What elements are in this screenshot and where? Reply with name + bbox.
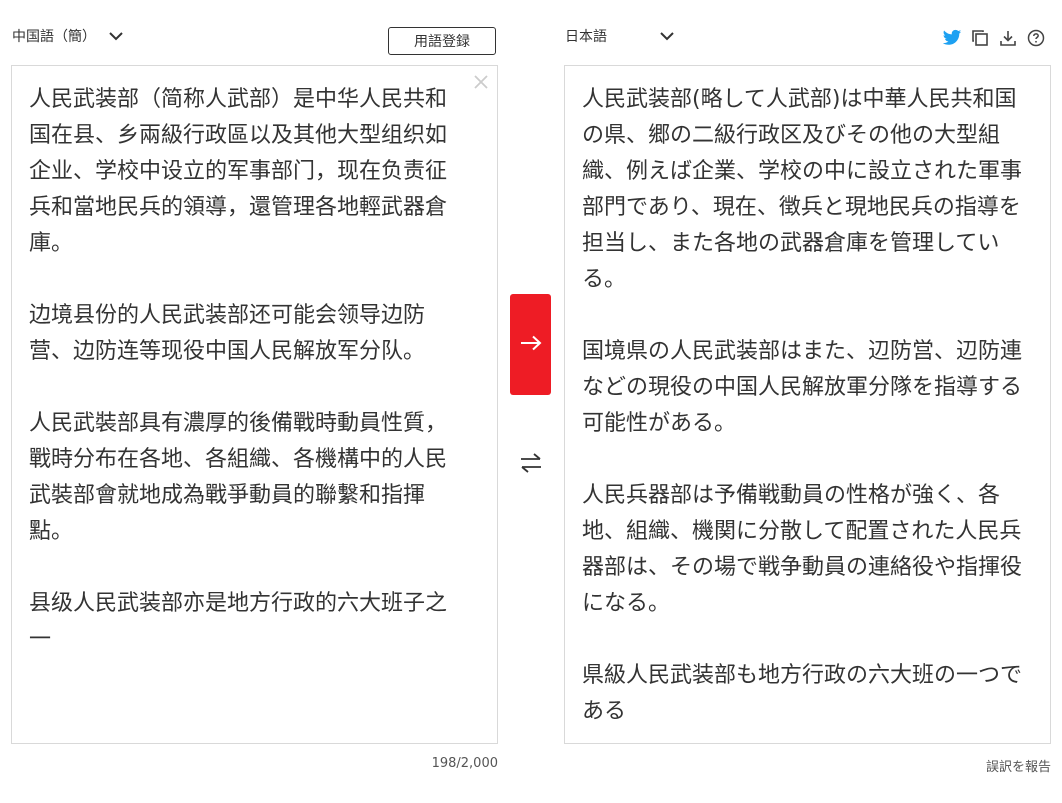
swap-icon	[519, 451, 543, 479]
target-text-pane: 人民武装部(略して人武部)は中華人民共和国の県、郷の二級行政区及びその他の大型組…	[564, 65, 1051, 744]
translator-page: 中国語（簡） 用語登録 日本語 人民武装部（简称人武部）是中华人民共和国在县、乡…	[0, 0, 1062, 803]
source-language-select[interactable]: 中国語（簡）	[12, 26, 124, 46]
chevron-down-icon	[108, 28, 124, 44]
download-icon[interactable]	[998, 28, 1018, 48]
chevron-down-icon	[659, 28, 675, 44]
source-language-label: 中国語（簡）	[12, 29, 96, 45]
close-icon[interactable]	[471, 72, 491, 92]
translate-button[interactable]	[510, 294, 551, 395]
copy-icon[interactable]	[970, 28, 990, 48]
target-language-select[interactable]: 日本語	[565, 26, 675, 46]
dictionary-register-button[interactable]: 用語登録	[388, 27, 496, 55]
swap-languages-button[interactable]	[518, 452, 544, 478]
output-toolbar	[942, 28, 1046, 48]
source-text-pane[interactable]: 人民武装部（简称人武部）是中华人民共和国在县、乡兩級行政區以及其他大型组织如企业…	[11, 65, 498, 744]
target-language-label: 日本語	[565, 29, 607, 45]
report-mistranslation-link[interactable]: 誤訳を報告	[940, 756, 1051, 775]
help-icon[interactable]	[1026, 28, 1046, 48]
translated-text: 人民武装部(略して人武部)は中華人民共和国の県、郷の二級行政区及びその他の大型組…	[582, 87, 1023, 724]
twitter-icon[interactable]	[942, 28, 962, 48]
character-count: 198/2,000	[431, 756, 498, 771]
arrow-right-icon	[520, 335, 542, 355]
source-text[interactable]: 人民武装部（简称人武部）是中华人民共和国在县、乡兩級行政區以及其他大型组织如企业…	[29, 82, 457, 658]
